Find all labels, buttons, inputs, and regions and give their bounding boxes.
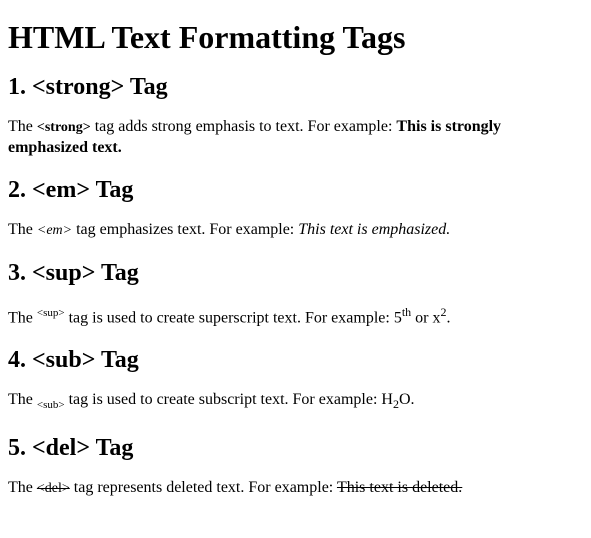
section-text-del: The <del> tag represents deleted text. F…	[8, 478, 583, 499]
text-mid: tag adds strong emphasis to text. For ex…	[90, 118, 397, 135]
page-title: HTML Text Formatting Tags	[8, 19, 406, 55]
sub-example-a: H	[381, 391, 393, 409]
sup-example-join: or	[411, 309, 433, 327]
tag-name-sup: <sup>	[36, 307, 65, 319]
section-heading-sub: 4. <sub> Tag	[8, 347, 139, 374]
sup-example-1-sup: th	[401, 305, 412, 319]
sub-example-b: O	[398, 391, 411, 409]
text-pre: The	[8, 391, 37, 409]
del-example: This text is deleted.	[336, 478, 463, 496]
tag-name-em: <em>	[36, 223, 73, 238]
sub-example-end: .	[410, 391, 415, 409]
text-pre: The	[8, 221, 37, 238]
tag-name-del: <del>	[36, 480, 70, 496]
text-mid: tag is used to create superscript text. …	[64, 309, 394, 327]
text-pre: The	[8, 478, 37, 496]
sup-example-end: .	[446, 309, 451, 327]
section-text-strong: The <strong> tag adds strong emphasis to…	[8, 117, 583, 158]
text-pre: The	[8, 118, 37, 135]
text-mid: tag is used to create subscript text. Fo…	[64, 391, 382, 409]
sup-example-1-base: 5	[393, 309, 402, 327]
text-mid: tag emphasizes text. For example:	[72, 221, 299, 238]
section-heading-del: 5. <del> Tag	[8, 434, 134, 461]
tag-name-strong: <strong>	[36, 120, 91, 135]
text-pre: The	[8, 309, 37, 327]
section-heading-sup: 3. <sup> Tag	[8, 260, 139, 286]
page-content: HTML Text Formatting Tags 1. <strong> Ta…	[0, 19, 591, 499]
text-mid: tag represents deleted text. For example…	[69, 478, 337, 496]
tag-name-sub: <sub>	[36, 399, 65, 412]
section-text-em: The <em> tag emphasizes text. For exampl…	[8, 220, 583, 241]
section-text-sup: The <sup> tag is used to create superscr…	[8, 303, 583, 328]
section-text-sub: The <sub> tag is used to create subscrip…	[8, 390, 583, 415]
section-heading-em: 2. <em> Tag	[8, 177, 134, 203]
section-heading-strong: 1. <strong> Tag	[8, 74, 168, 100]
em-example: This text is emphasized.	[298, 221, 451, 238]
